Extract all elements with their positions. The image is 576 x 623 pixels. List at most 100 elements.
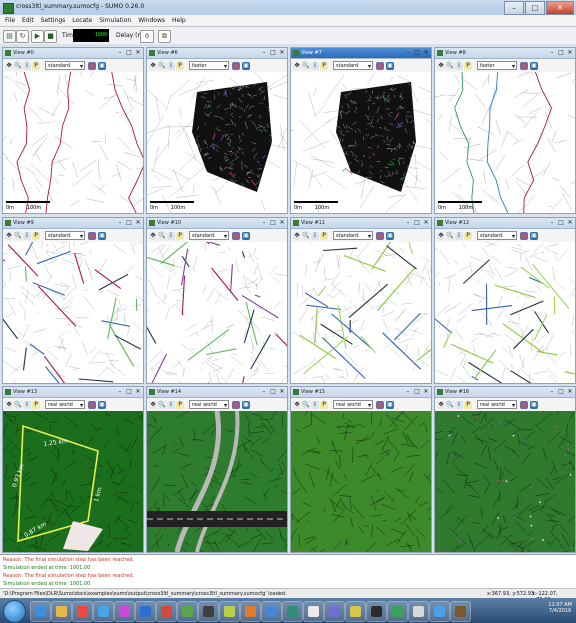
scheme-select[interactable]: standard [189,231,229,241]
simulation-canvas[interactable]: 1.25 km 0.93 km 0.87 km 1 km [3,411,143,552]
taskbar-app-icon[interactable] [408,601,429,622]
zoom-icon[interactable]: 🔍 [302,401,310,409]
view-minimize-icon[interactable]: – [260,219,268,226]
pin-icon[interactable]: P [32,232,40,240]
pin-icon[interactable]: P [464,401,472,409]
play-icon[interactable]: ▶ [31,30,44,43]
menu-help[interactable]: Help [172,17,186,24]
screenshot-icon[interactable]: ▣ [242,401,250,409]
view-window[interactable]: View #16 – □ ✕ ✥ 🔍 i P real world ▣ [434,386,576,553]
taskbar-app-icon[interactable] [387,601,408,622]
simulation-canvas[interactable]: 0m 100m [291,72,431,213]
zoom-icon[interactable]: 🔍 [14,232,22,240]
screenshot-icon[interactable]: ▣ [242,62,250,70]
pin-icon[interactable]: P [320,401,328,409]
simulation-canvas[interactable]: 0m 100m [435,72,575,213]
view-close-icon[interactable]: ✕ [422,219,430,226]
color-scheme-icon[interactable] [520,232,528,240]
taskbar-app-icon[interactable] [303,601,324,622]
recenter-icon[interactable]: ✥ [293,62,301,70]
scheme-select[interactable]: faster standard [477,61,517,78]
pin-icon[interactable]: P [32,401,40,409]
taskbar-app-icon[interactable] [240,601,261,622]
view-close-icon[interactable]: ✕ [278,219,286,226]
color-scheme-icon[interactable] [376,401,384,409]
view-close-icon[interactable]: ✕ [566,388,574,395]
menu-settings[interactable]: Settings [41,17,66,24]
maximize-button[interactable]: □ [525,1,545,15]
pin-icon[interactable]: P [176,232,184,240]
locate-icon[interactable]: i [455,62,463,70]
screenshot-icon[interactable]: ▣ [98,401,106,409]
locate-icon[interactable]: i [23,232,31,240]
view-title-bar[interactable]: View #13 – □ ✕ [3,387,143,398]
locate-icon[interactable]: i [167,232,175,240]
locate-icon[interactable]: i [311,401,319,409]
view-minimize-icon[interactable]: – [116,219,124,226]
color-scheme-icon[interactable] [232,232,240,240]
color-scheme-icon[interactable] [232,62,240,70]
simulation-canvas[interactable] [147,242,287,383]
recenter-icon[interactable]: ✥ [5,62,13,70]
open-folder-icon[interactable]: ▤ [3,30,16,43]
simulation-canvas[interactable]: 0m 100m [3,72,143,213]
view-minimize-icon[interactable]: – [116,388,124,395]
taskbar-app-icon[interactable] [429,601,450,622]
pin-icon[interactable]: P [464,232,472,240]
zoom-icon[interactable]: 🔍 [158,401,166,409]
taskbar-app-icon[interactable] [345,601,366,622]
taskbar-clock[interactable]: 11:07 AM 7/4/2016 [548,602,572,614]
recenter-icon[interactable]: ✥ [5,232,13,240]
scheme-select[interactable]: real world [333,400,373,410]
scheme-select[interactable]: standard [45,231,85,241]
view-title-bar[interactable]: View #12 – □ ✕ [435,218,575,229]
view-maximize-icon[interactable]: □ [413,388,421,395]
menu-file[interactable]: File [5,17,15,24]
simulation-canvas[interactable] [291,411,431,552]
locate-icon[interactable]: i [167,401,175,409]
view-minimize-icon[interactable]: – [404,388,412,395]
recenter-icon[interactable]: ✥ [149,62,157,70]
scheme-select[interactable]: real world [477,400,517,410]
menu-simulation[interactable]: Simulation [99,17,131,24]
view-close-icon[interactable]: ✕ [134,219,142,226]
view-title-bar[interactable]: View #6 – □ ✕ [147,48,287,59]
taskbar-app-icon[interactable] [324,601,345,622]
view-minimize-icon[interactable]: – [116,49,124,56]
view-minimize-icon[interactable]: – [548,388,556,395]
taskbar-app-icon[interactable] [114,601,135,622]
minimize-button[interactable]: – [504,1,524,15]
taskbar-app-icon[interactable] [135,601,156,622]
locate-icon[interactable]: i [23,401,31,409]
screenshot-icon[interactable]: ▣ [386,232,394,240]
taskbar-app-icon[interactable] [198,601,219,622]
taskbar-app-icon[interactable] [366,601,387,622]
zoom-icon[interactable]: 🔍 [446,232,454,240]
simulation-canvas[interactable] [435,411,575,552]
pin-icon[interactable]: P [176,62,184,70]
view-close-icon[interactable]: ✕ [134,388,142,395]
screenshot-icon[interactable]: ▣ [242,232,250,240]
view-window[interactable]: View #6 – □ ✕ ✥ 🔍 i P faster standard ▣ … [146,47,288,214]
recenter-icon[interactable]: ✥ [149,401,157,409]
screenshot-icon[interactable]: ▣ [386,401,394,409]
view-minimize-icon[interactable]: – [260,388,268,395]
zoom-icon[interactable]: 🔍 [14,401,22,409]
simulation-canvas[interactable]: 0m 100m [147,72,287,213]
view-title-bar[interactable]: View #8 – □ ✕ [435,48,575,59]
view-close-icon[interactable]: ✕ [278,49,286,56]
view-title-bar[interactable]: View #10 – □ ✕ [147,218,287,229]
taskbar-app-icon[interactable] [156,601,177,622]
view-window[interactable]: View #8 – □ ✕ ✥ 🔍 i P faster standard ▣ … [434,47,576,214]
scheme-select[interactable]: standard [333,231,373,241]
simulation-canvas[interactable] [291,242,431,383]
screenshot-icon[interactable]: ▣ [98,62,106,70]
taskbar-app-icon[interactable] [177,601,198,622]
color-scheme-icon[interactable] [520,62,528,70]
view-close-icon[interactable]: ✕ [566,219,574,226]
taskbar-app-icon[interactable] [30,601,51,622]
recenter-icon[interactable]: ✥ [293,401,301,409]
view-close-icon[interactable]: ✕ [422,388,430,395]
locate-icon[interactable]: i [167,62,175,70]
view-maximize-icon[interactable]: □ [269,219,277,226]
